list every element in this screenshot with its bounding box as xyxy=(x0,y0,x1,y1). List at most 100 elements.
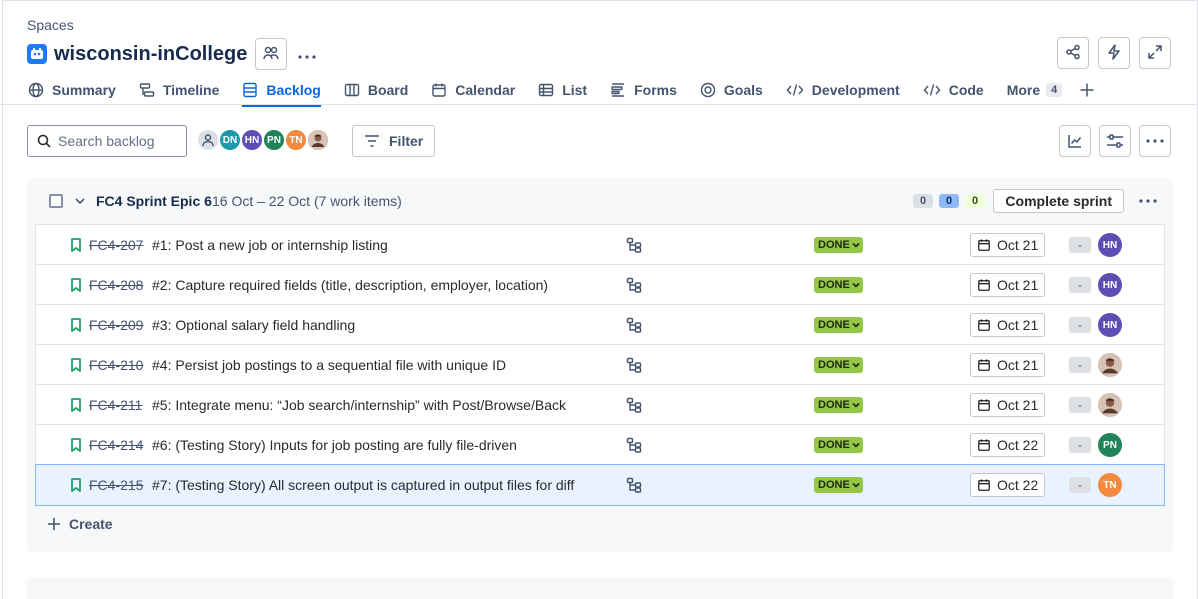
project-header: wisconsin-inCollege xyxy=(27,38,323,70)
assignee-avatar[interactable]: HN xyxy=(1098,313,1122,337)
child-items-icon[interactable] xyxy=(626,317,642,336)
story-bookmark-icon xyxy=(70,358,82,375)
estimate-badge[interactable]: - xyxy=(1069,277,1091,293)
tab-timeline[interactable]: Timeline xyxy=(139,76,219,104)
sprint-collapse-toggle[interactable] xyxy=(74,194,86,210)
issue-key[interactable]: FC4-211 xyxy=(89,397,142,413)
share-button[interactable] xyxy=(1057,37,1089,69)
issue-summary[interactable]: #6: (Testing Story) Inputs for job posti… xyxy=(152,437,517,453)
sprint-header: FC4 Sprint Epic 6 16 Oct – 22 Oct (7 wor… xyxy=(27,178,1173,224)
child-items-icon[interactable] xyxy=(626,437,642,456)
due-date-button[interactable]: Oct 22 xyxy=(970,473,1046,497)
issue-summary[interactable]: #1: Post a new job or internship listing xyxy=(152,237,388,253)
assignee-avatar-photo[interactable] xyxy=(1098,353,1122,377)
tab-backlog[interactable]: Backlog xyxy=(242,76,322,107)
tab-goals[interactable]: Goals xyxy=(700,76,763,104)
tab-forms[interactable]: Forms xyxy=(610,76,677,104)
table-row[interactable]: FC4-215 #7: (Testing Story) All screen o… xyxy=(35,464,1165,506)
avatar[interactable]: PN xyxy=(262,128,286,152)
table-row[interactable]: FC4-214 #6: (Testing Story) Inputs for j… xyxy=(36,425,1164,465)
assignee-avatar[interactable]: TN xyxy=(1098,473,1122,497)
status-dropdown[interactable]: DONE xyxy=(814,317,863,333)
child-items-icon[interactable] xyxy=(626,237,642,256)
due-date-button[interactable]: Oct 21 xyxy=(970,233,1046,257)
child-items-icon[interactable] xyxy=(626,277,642,296)
tab-development[interactable]: Development xyxy=(786,76,900,104)
estimate-badge[interactable]: - xyxy=(1069,477,1091,493)
assignee-avatar[interactable]: HN xyxy=(1098,233,1122,257)
avatar-photo[interactable] xyxy=(306,128,330,152)
header-actions xyxy=(1057,37,1171,69)
assignee-avatar-photo[interactable] xyxy=(1098,393,1122,417)
due-date-button[interactable]: Oct 22 xyxy=(970,433,1046,457)
table-row[interactable]: FC4-208 #2: Capture required fields (tit… xyxy=(36,265,1164,305)
automation-button[interactable] xyxy=(1098,37,1130,69)
list-icon xyxy=(539,83,554,97)
status-dropdown[interactable]: DONE xyxy=(814,237,863,253)
sprint-title[interactable]: FC4 Sprint Epic 6 xyxy=(96,193,212,209)
assignee-avatar[interactable]: HN xyxy=(1098,273,1122,297)
table-row[interactable]: FC4-210 #4: Persist job postings to a se… xyxy=(36,345,1164,385)
insights-button[interactable] xyxy=(1059,125,1091,157)
due-date-button[interactable]: Oct 21 xyxy=(970,393,1046,417)
breadcrumb[interactable]: Spaces xyxy=(27,17,74,33)
avatar-unassigned[interactable] xyxy=(196,128,220,152)
status-dropdown[interactable]: DONE xyxy=(814,357,863,373)
estimate-badge[interactable]: - xyxy=(1069,317,1091,333)
project-more-button[interactable] xyxy=(291,38,323,70)
view-settings-button[interactable] xyxy=(1099,125,1131,157)
sprint-item-list: FC4-207 #1: Post a new job or internship… xyxy=(35,224,1165,506)
assignee-avatar[interactable]: PN xyxy=(1098,433,1122,457)
status-dropdown[interactable]: DONE xyxy=(814,397,863,413)
status-label: DONE xyxy=(818,399,850,411)
table-row[interactable]: FC4-209 #3: Optional salary field handli… xyxy=(36,305,1164,345)
issue-summary[interactable]: #2: Capture required fields (title, desc… xyxy=(152,277,548,293)
tab-calendar[interactable]: Calendar xyxy=(431,76,515,104)
complete-sprint-button[interactable]: Complete sprint xyxy=(993,189,1124,213)
due-date-button[interactable]: Oct 21 xyxy=(970,313,1046,337)
status-dropdown[interactable]: DONE xyxy=(814,437,863,453)
avatar[interactable]: TN xyxy=(284,128,308,152)
table-row[interactable]: FC4-207 #1: Post a new job or internship… xyxy=(36,225,1164,265)
search-input[interactable] xyxy=(58,133,168,149)
due-date-button[interactable]: Oct 21 xyxy=(970,353,1046,377)
add-tab-button[interactable] xyxy=(1079,82,1095,98)
tab-list[interactable]: List xyxy=(538,76,587,104)
filter-button[interactable]: Filter xyxy=(352,125,436,157)
issue-key[interactable]: FC4-209 xyxy=(89,317,143,333)
due-date-button[interactable]: Oct 21 xyxy=(970,273,1046,297)
issue-summary[interactable]: #4: Persist job postings to a sequential… xyxy=(152,357,506,373)
status-dropdown[interactable]: DONE xyxy=(814,477,863,493)
estimate-badge[interactable]: - xyxy=(1069,397,1091,413)
tab-board[interactable]: Board xyxy=(344,76,408,104)
team-button[interactable] xyxy=(255,38,288,70)
estimate-badge[interactable]: - xyxy=(1069,437,1091,453)
issue-key[interactable]: FC4-215 xyxy=(89,477,143,493)
issue-key[interactable]: FC4-210 xyxy=(89,357,143,373)
calendar-icon xyxy=(978,359,990,371)
issue-summary[interactable]: #7: (Testing Story) All screen output is… xyxy=(152,477,574,493)
table-row[interactable]: FC4-211 #5: Integrate menu: “Job search/… xyxy=(36,385,1164,425)
search-box[interactable] xyxy=(27,125,187,157)
issue-key[interactable]: FC4-208 xyxy=(89,277,143,293)
avatar[interactable]: DN xyxy=(218,128,242,152)
child-items-icon[interactable] xyxy=(626,357,642,376)
tab-more[interactable]: More 4 xyxy=(1007,76,1063,104)
issue-key[interactable]: FC4-207 xyxy=(89,237,143,253)
tab-code[interactable]: Code xyxy=(923,76,984,104)
status-dropdown[interactable]: DONE xyxy=(814,277,863,293)
issue-key[interactable]: FC4-214 xyxy=(89,437,143,453)
tab-summary[interactable]: Summary xyxy=(28,76,116,104)
sprint-more-button[interactable] xyxy=(1139,190,1157,206)
issue-summary[interactable]: #3: Optional salary field handling xyxy=(152,317,355,333)
sprint-select-checkbox[interactable] xyxy=(49,194,63,208)
estimate-badge[interactable]: - xyxy=(1069,237,1091,253)
fullscreen-button[interactable] xyxy=(1139,37,1171,69)
create-item-button[interactable]: Create xyxy=(47,516,113,532)
child-items-icon[interactable] xyxy=(626,477,642,496)
child-items-icon[interactable] xyxy=(626,397,642,416)
backlog-more-button[interactable] xyxy=(1139,125,1171,157)
avatar[interactable]: HN xyxy=(240,128,264,152)
issue-summary[interactable]: #5: Integrate menu: “Job search/internsh… xyxy=(152,397,566,413)
estimate-badge[interactable]: - xyxy=(1069,357,1091,373)
